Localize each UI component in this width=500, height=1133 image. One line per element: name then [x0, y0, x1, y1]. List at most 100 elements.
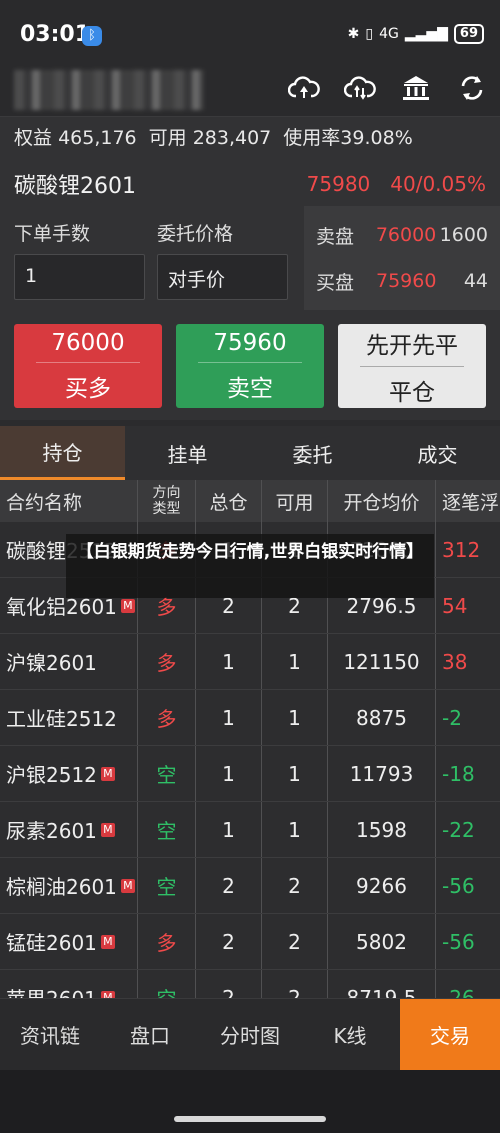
row-total: 1: [196, 746, 262, 801]
sell-short-button[interactable]: 75960 卖空: [176, 324, 324, 408]
usage-rate: 使用率39.08%: [283, 127, 413, 149]
row-avg-price: 1598: [328, 802, 436, 857]
row-total: 2: [196, 858, 262, 913]
row-direction: 多: [138, 914, 196, 969]
header-pl[interactable]: 逐笔浮: [436, 480, 500, 522]
row-pl: 38: [442, 649, 468, 674]
row-contract-name: 工业硅2512: [0, 690, 138, 745]
tab-trades[interactable]: 成交: [375, 426, 500, 480]
table-row[interactable]: 沪镍2601 多 1 1 121150 38: [0, 634, 500, 690]
order-book: 卖盘 76000 1600 买盘 75960 44: [304, 206, 500, 310]
table-header: 合约名称 方向 类型 总仓 可用 开仓均价 逐笔浮: [0, 480, 500, 522]
signal-icon: ▂▃▅▇: [404, 26, 448, 42]
row-direction: 空: [138, 746, 196, 801]
header-avg-price[interactable]: 开仓均价: [328, 480, 436, 522]
nav-timeshare[interactable]: 分时图: [200, 999, 300, 1070]
row-pl: -22: [442, 817, 475, 842]
row-total: 1: [196, 802, 262, 857]
row-avg-price: 8875: [328, 690, 436, 745]
nav-trade[interactable]: 交易: [400, 999, 500, 1070]
quantity-input[interactable]: 1: [14, 254, 145, 300]
headline-overlay: 【白银期货走势今日行情,世界白银实时行情】: [66, 534, 434, 598]
row-available: 1: [262, 690, 328, 745]
row-contract-name: 沪银2512 M: [0, 746, 138, 801]
position-tabs: 持仓 挂单 委托 成交: [0, 426, 500, 480]
market-badge-icon: M: [100, 822, 115, 837]
home-indicator[interactable]: [174, 1116, 326, 1122]
market-badge-icon: M: [100, 766, 115, 781]
last-price: 75980: [306, 172, 371, 196]
row-total: 2: [196, 914, 262, 969]
header-name[interactable]: 合约名称: [0, 480, 138, 522]
bluetooth-icon: ᛒ: [82, 26, 102, 46]
top-toolbar: [0, 64, 500, 116]
bank-icon[interactable]: [398, 70, 434, 106]
qty-label: 下单手数: [14, 222, 91, 245]
header-direction[interactable]: 方向 类型: [138, 480, 196, 522]
row-direction: 多: [138, 690, 196, 745]
row-available: 1: [262, 634, 328, 689]
table-row[interactable]: 锰硅2601 M 多 2 2 5802 -56: [0, 914, 500, 970]
account-summary: 权益 465,176 可用 283,407 使用率39.08%: [0, 116, 500, 162]
row-direction: 多: [138, 634, 196, 689]
account-name-blurred: [14, 70, 204, 110]
table-row[interactable]: 棕榈油2601 M 空 2 2 9266 -56: [0, 858, 500, 914]
row-direction: 空: [138, 858, 196, 913]
nav-kline[interactable]: K线: [300, 999, 400, 1070]
row-contract-name: 棕榈油2601 M: [0, 858, 138, 913]
tab-positions[interactable]: 持仓: [0, 426, 125, 480]
row-avg-price: 9266: [328, 858, 436, 913]
clock: 03:01: [20, 22, 91, 47]
refresh-icon[interactable]: [454, 70, 490, 106]
row-available: 2: [262, 914, 328, 969]
available: 可用 283,407: [148, 127, 272, 149]
table-row[interactable]: 工业硅2512 多 1 1 8875 -2: [0, 690, 500, 746]
vibrate-icon: ▯: [365, 26, 374, 42]
tab-pending[interactable]: 挂单: [125, 426, 250, 480]
status-icons: ✱ ▯ 4G ▂▃▅▇ 69: [348, 24, 484, 44]
price-label: 委托价格: [157, 222, 234, 245]
contract-name[interactable]: 碳酸锂2601: [14, 168, 307, 200]
row-avg-price: 11793: [328, 746, 436, 801]
cloud-sync-icon[interactable]: [342, 70, 378, 106]
buy-long-button[interactable]: 76000 买多: [14, 324, 162, 408]
bid-level: 买盘 75960 44: [316, 270, 488, 294]
row-pl: -18: [442, 761, 475, 786]
row-available: 1: [262, 746, 328, 801]
trade-buttons: 76000 买多 75960 卖空 先开先平 平仓: [0, 310, 500, 420]
table-row[interactable]: 尿素2601 M 空 1 1 1598 -22: [0, 802, 500, 858]
equity: 权益 465,176: [14, 127, 137, 149]
row-contract-name: 沪镍2601: [0, 634, 138, 689]
market-badge-icon: M: [120, 878, 135, 893]
row-available: 2: [262, 858, 328, 913]
row-pl: 312: [442, 537, 481, 562]
row-pl: -2: [442, 705, 462, 730]
market-badge-icon: M: [100, 934, 115, 949]
tab-orders[interactable]: 委托: [250, 426, 375, 480]
row-total: 1: [196, 634, 262, 689]
price-change: 40/0.05%: [390, 172, 486, 196]
market-badge-icon: M: [120, 598, 135, 613]
order-form: 下单手数 委托价格 1 对手价 卖盘 76000 1600 买盘 75960 4…: [0, 206, 500, 310]
row-pl: 54: [442, 593, 468, 618]
close-position-button[interactable]: 先开先平 平仓: [338, 324, 486, 408]
nav-orderbook[interactable]: 盘口: [100, 999, 200, 1070]
table-row[interactable]: 沪银2512 M 空 1 1 11793 -18: [0, 746, 500, 802]
row-contract-name: 尿素2601 M: [0, 802, 138, 857]
network-type: 4G: [379, 26, 399, 42]
row-total: 1: [196, 690, 262, 745]
ask-level: 卖盘 76000 1600: [316, 224, 488, 248]
battery-icon: 69: [453, 24, 484, 44]
contract-header[interactable]: 碳酸锂2601 75980 40/0.05%: [0, 162, 500, 206]
row-pl: -56: [442, 929, 475, 954]
cloud-upload-icon[interactable]: [286, 70, 322, 106]
header-total[interactable]: 总仓: [196, 480, 262, 522]
price-type-input[interactable]: 对手价: [157, 254, 288, 300]
row-direction: 空: [138, 802, 196, 857]
header-available[interactable]: 可用: [262, 480, 328, 522]
nav-news[interactable]: 资讯链: [0, 999, 100, 1070]
row-avg-price: 121150: [328, 634, 436, 689]
bottom-nav: 资讯链 盘口 分时图 K线 交易: [0, 998, 500, 1070]
status-bar: 03:01 ᛒ ✱ ▯ 4G ▂▃▅▇ 69: [0, 0, 500, 72]
bluetooth-status-icon: ✱: [347, 26, 360, 42]
